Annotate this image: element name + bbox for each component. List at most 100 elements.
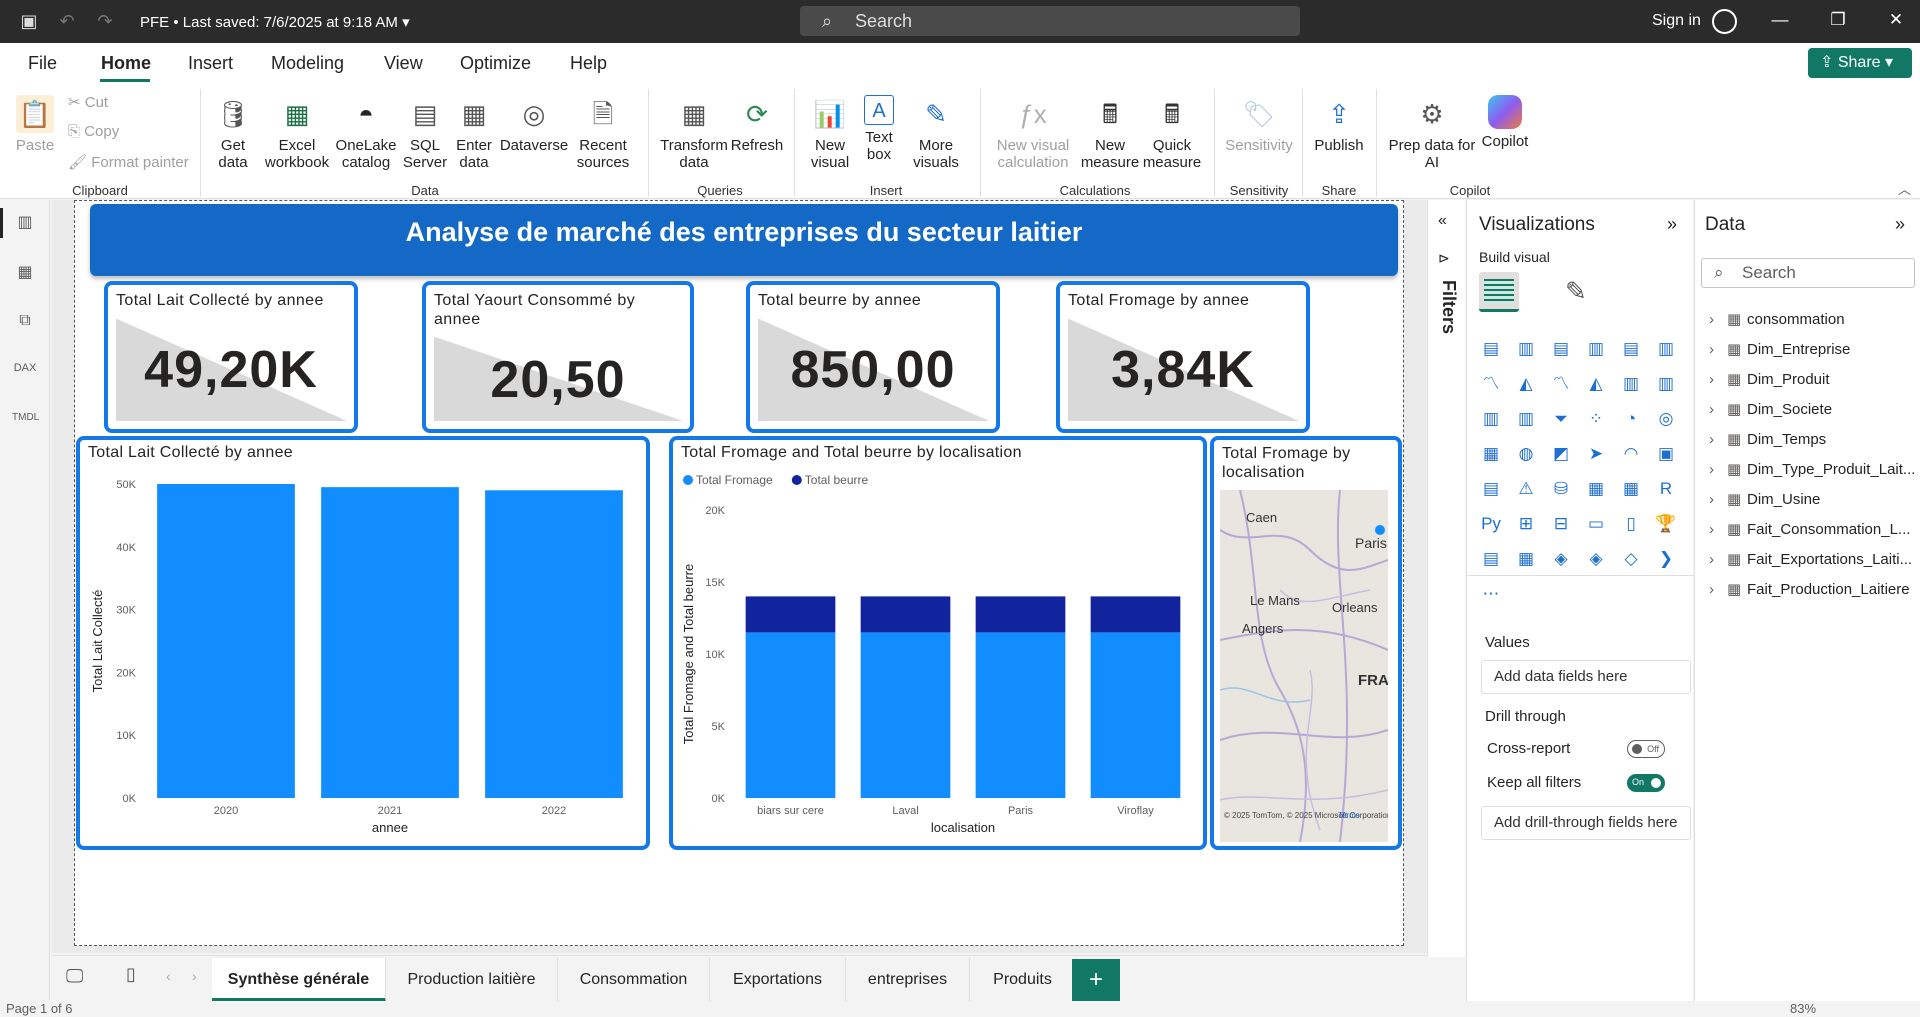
collapse-filters-icon[interactable]: « [1438, 212, 1447, 230]
add-page-button[interactable]: + [1072, 959, 1120, 1001]
map-svg[interactable]: Caen Paris Le Mans Orleans Angers FRA © … [1220, 490, 1388, 842]
menu-insert[interactable]: Insert [188, 53, 233, 74]
expand-data-icon[interactable]: » [1895, 214, 1905, 235]
restore-icon[interactable]: ❐ [1826, 10, 1850, 30]
visual-type-icon[interactable]: ◭ [1514, 373, 1538, 395]
data-table-item[interactable]: › ▦ Dim_Usine [1709, 490, 1820, 508]
cross-report-toggle[interactable]: Off [1627, 740, 1665, 758]
tab-entreprises[interactable]: entreprises [846, 958, 970, 1002]
kpi-card[interactable]: Total beurre by annee 850,00 [746, 281, 1000, 433]
save-icon[interactable]: ▣ [18, 10, 40, 32]
excel-button[interactable]: ▦ Excel workbook [262, 95, 332, 171]
visual-type-icon[interactable]: ▤ [1479, 478, 1503, 500]
menu-help[interactable]: Help [570, 53, 607, 74]
kpi-card[interactable]: Total Fromage by annee 3,84K [1056, 281, 1310, 433]
drill-through-well[interactable]: Add drill-through fields here [1481, 806, 1691, 840]
visual-type-icon[interactable]: ▥ [1654, 373, 1678, 395]
data-table-item[interactable]: › ▦ Fait_Exportations_Laiti... [1709, 550, 1912, 568]
tab-production-laitiere[interactable]: Production laitière [386, 958, 558, 1002]
map-point[interactable] [1375, 525, 1385, 535]
chevron-right-icon[interactable]: › [1709, 521, 1727, 538]
visual-type-icon[interactable]: ▦ [1584, 478, 1608, 500]
visual-type-icon[interactable]: ◔ [1619, 408, 1643, 430]
more-visuals-button[interactable]: ✎ More visuals [904, 95, 968, 171]
tab-synthese-generale[interactable]: Synthèse générale [212, 958, 386, 1002]
new-visual-calculation-button[interactable]: ƒx New visual calculation [990, 95, 1076, 171]
minimize-icon[interactable]: — [1768, 10, 1792, 30]
redo-icon[interactable]: ↷ [94, 10, 116, 32]
visual-type-icon[interactable]: ▦ [1619, 478, 1643, 500]
visual-type-icon[interactable]: ◭ [1584, 373, 1608, 395]
enter-data-button[interactable]: ▦ Enter data [452, 95, 496, 171]
tab-produits[interactable]: Produits [970, 958, 1076, 1002]
tab-consommation[interactable]: Consommation [558, 958, 710, 1002]
chevron-right-icon[interactable]: › [1709, 341, 1727, 358]
kpi-card[interactable]: Total Lait Collecté by annee 49,20K [104, 281, 358, 433]
visual-type-icon[interactable]: ◎ [1654, 408, 1678, 430]
dataverse-button[interactable]: ◎ Dataverse [498, 95, 570, 154]
visual-type-icon[interactable]: ▦ [1479, 443, 1503, 465]
visual-type-icon[interactable]: ◩ [1549, 443, 1573, 465]
visual-type-icon[interactable]: ◈ [1584, 548, 1608, 570]
undo-icon[interactable]: ↶ [56, 10, 78, 32]
format-visual-icon[interactable]: ✎ [1565, 276, 1587, 307]
data-table-item[interactable]: › ▦ Fait_Consommation_L... [1709, 520, 1910, 538]
menu-optimize[interactable]: Optimize [460, 53, 531, 74]
chevron-right-icon[interactable]: › [1709, 461, 1727, 478]
desktop-layout-icon[interactable]: 🖵 [66, 966, 83, 987]
visual-type-icon[interactable]: ➤ [1584, 443, 1608, 465]
visual-type-icon[interactable]: ▥ [1514, 338, 1538, 360]
visual-type-icon[interactable]: 〽 [1479, 373, 1503, 395]
expand-visualizations-icon[interactable]: » [1667, 214, 1677, 235]
data-search-input[interactable]: ⌕ Search [1701, 258, 1915, 288]
search-box[interactable]: ⌕ Search [800, 6, 1300, 36]
visual-type-icon[interactable]: ▦ [1514, 548, 1538, 570]
chevron-right-icon[interactable]: › [1709, 581, 1727, 598]
copilot-button[interactable]: Copilot [1476, 95, 1534, 150]
text-box-button[interactable]: A Text box [856, 95, 902, 163]
refresh-button[interactable]: ⟳ Refresh [730, 95, 784, 154]
data-table-item[interactable]: › ▦ Dim_Produit [1709, 370, 1830, 388]
recent-sources-button[interactable]: 🗎 Recent sources [570, 95, 636, 171]
menu-view[interactable]: View [384, 53, 423, 74]
visual-type-icon[interactable]: ▤ [1549, 338, 1573, 360]
visual-type-icon[interactable]: ⏷ [1549, 408, 1573, 430]
values-well[interactable]: Add data fields here [1481, 660, 1691, 694]
keep-all-filters-toggle[interactable]: On [1627, 774, 1665, 792]
tab-exportations[interactable]: Exportations [710, 958, 846, 1002]
table-view-icon[interactable]: ▦ [12, 262, 38, 288]
tmdl-view-icon[interactable]: TMDL [12, 412, 39, 438]
sql-server-button[interactable]: ▤ SQL Server [400, 95, 450, 171]
visual-type-icon[interactable]: ❯ [1654, 548, 1678, 570]
visual-type-icon[interactable]: ⊞ [1514, 513, 1538, 535]
fromage-map[interactable]: Total Fromage by localisation Caen Paris… [1210, 436, 1402, 850]
menu-home[interactable]: Home [101, 53, 151, 74]
visual-type-icon[interactable]: ⚠ [1514, 478, 1538, 500]
visual-type-icon[interactable]: ◍ [1514, 443, 1538, 465]
visual-type-icon[interactable]: ▤ [1479, 338, 1503, 360]
visual-type-icon[interactable]: ▥ [1584, 338, 1608, 360]
tab-scroll-right-icon[interactable]: › [192, 968, 197, 984]
map-terms-link[interactable]: Terms [1338, 811, 1360, 820]
visual-type-icon[interactable]: ▤ [1479, 548, 1503, 570]
new-measure-button[interactable]: 🖩 New measure [1080, 95, 1140, 171]
visual-type-icon[interactable]: ⛁ [1549, 478, 1573, 500]
chevron-right-icon[interactable]: › [1709, 371, 1727, 388]
visual-type-icon[interactable]: 〽 [1549, 373, 1573, 395]
visual-type-icon[interactable]: ▭ [1584, 513, 1608, 535]
close-icon[interactable]: ✕ [1884, 10, 1908, 30]
avatar-icon[interactable] [1712, 9, 1737, 34]
filters-pane[interactable]: « ⊳ Filters [1427, 200, 1465, 957]
tab-scroll-left-icon[interactable]: ‹ [166, 968, 171, 984]
visual-type-icon[interactable]: ▯ [1619, 513, 1643, 535]
new-visual-button[interactable]: 📊 New visual [804, 95, 856, 171]
visual-type-icon[interactable]: ▣ [1654, 443, 1678, 465]
report-view-icon[interactable]: ▥ [12, 212, 38, 238]
dax-query-icon[interactable]: DAX [12, 362, 38, 388]
data-table-item[interactable]: › ▦ Dim_Temps [1709, 430, 1826, 448]
visual-type-icon[interactable]: ▥ [1479, 408, 1503, 430]
publish-button[interactable]: ⇪ Publish [1310, 95, 1368, 154]
lait-collecte-chart[interactable]: Total Lait Collecté by annee 0K 10K 20K 30K… [76, 436, 650, 850]
document-title[interactable]: PFE • Last saved: 7/6/2025 at 9:18 AM ▾ [140, 13, 410, 31]
chevron-right-icon[interactable]: › [1709, 551, 1727, 568]
